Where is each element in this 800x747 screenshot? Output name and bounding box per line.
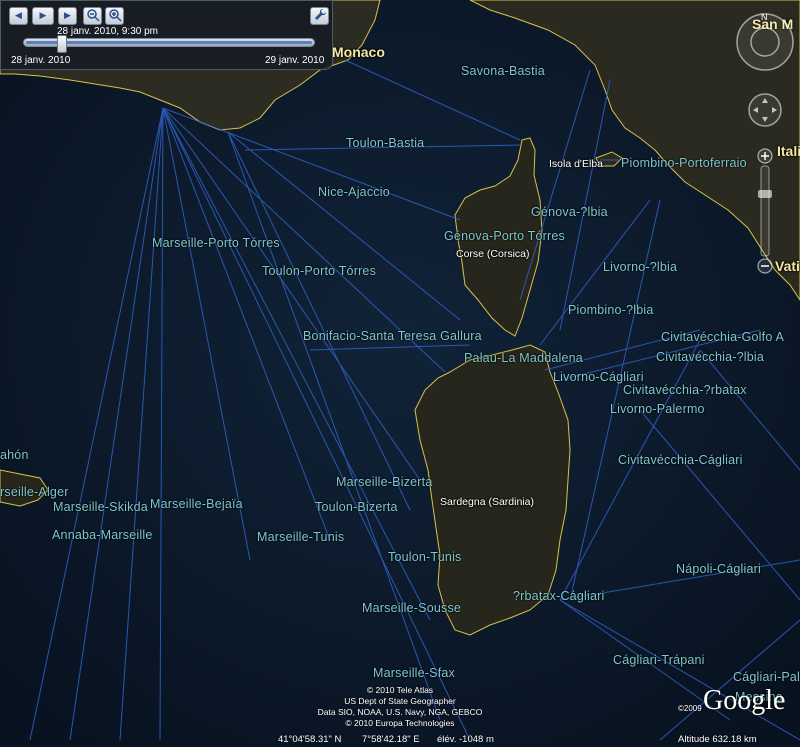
look-joystick[interactable]: N [736,12,794,71]
north-icon: N [761,12,768,22]
google-logo: Google [703,685,786,716]
route-label[interactable]: Civitavécchia-Golfo A [661,330,784,344]
route-label[interactable]: Génova-?lbia [531,205,608,219]
map-canvas[interactable] [0,0,800,747]
route-label[interactable]: Savona-Bastia [461,64,545,78]
place-corsica: Corse (Corsica) [456,248,530,260]
attribution: © 2010 Tele Atlas US Dept of State Geogr… [317,685,483,728]
route-label[interactable]: Toulon-Tunis [388,550,462,564]
route-label[interactable]: Toulon-Bizerta [315,500,398,514]
zoom-thumb[interactable] [758,190,772,198]
route-label[interactable]: Livorno-Cágliari [553,370,644,384]
route-label[interactable]: Palau-La Maddalena [464,351,583,365]
route-label[interactable]: Marseille-Tunis [257,530,344,544]
zoom-in-time-button[interactable] [105,7,124,25]
time-start-button[interactable]: ◀ [9,7,28,25]
navigation-controls[interactable]: N [733,10,797,290]
route-label[interactable]: Civitavécchia-Cágliari [618,453,743,467]
route-label[interactable]: Marseille-Sfax [373,666,455,680]
route-label[interactable]: Marseille-Porto Tórres [152,236,280,250]
copyright-year: ©2009 [678,704,702,713]
city-monaco: Monaco [332,44,385,60]
zoom-out-icon [86,9,100,22]
route-label[interactable]: Marseille-Skikda [53,500,148,514]
route-label[interactable]: Piombino-Portoferraio [621,156,747,170]
settings-button[interactable] [310,7,329,25]
route-label[interactable]: Bonifacio-Santa Teresa Gallura [303,329,482,343]
wrench-icon [314,8,326,20]
zoom-in-icon [108,9,122,22]
route-label[interactable]: rseille-Alger [0,485,69,499]
place-sardinia: Sardegna (Sardinia) [440,496,534,508]
route-label[interactable]: Marseille-Sousse [362,601,461,615]
route-label[interactable]: Toulon-Bastia [346,136,424,150]
route-label[interactable]: Cágliari-Palerm [733,670,800,684]
time-slider-panel: ◀ ▶ ▶ 28 janv. 2010, 9:30 pm 28 janv. 20… [0,0,333,70]
route-label[interactable]: Annaba-Marseille [52,528,152,542]
latitude-readout: 41°04'58.31" N [278,734,342,745]
time-start-label: 28 janv. 2010 [11,55,71,66]
route-label[interactable]: Civitavécchia-?lbia [656,350,764,364]
route-label[interactable]: Livorno-Palermo [610,402,705,416]
time-slider-thumb[interactable] [56,35,67,53]
longitude-readout: 7°58'42.18" E [362,734,420,745]
zoom-out-time-button[interactable] [83,7,102,25]
route-label[interactable]: Toulon-Porto Tórres [262,264,376,278]
route-label[interactable]: Piombino-?lbia [568,303,653,317]
place-elba: Isola d'Elba [549,158,603,170]
time-end-button[interactable]: ▶ [58,7,77,25]
route-label[interactable]: Nice-Ajaccio [318,185,390,199]
altitude-readout: Altitude 632.18 km [678,734,757,745]
move-joystick[interactable] [748,93,782,127]
route-label[interactable]: ahón [0,448,29,462]
route-label[interactable]: Cágliari-Trápani [613,653,705,667]
google-earth-map[interactable]: Monaco San M Itali Vati Isola d'Elba Cor… [0,0,800,747]
time-play-button[interactable]: ▶ [32,7,54,25]
zoom-slider[interactable] [757,148,773,274]
route-label[interactable]: Marseille-Bizerta [336,475,432,489]
elevation-readout: élév. -1048 m [437,734,494,745]
route-label[interactable]: ?rbatax-Cágliari [513,589,604,603]
route-label[interactable]: Génova-Porto Tórres [444,229,565,243]
route-label[interactable]: Livorno-?lbia [603,260,677,274]
time-end-label: 29 janv. 2010 [265,55,325,66]
route-label[interactable]: Marseille-Bejaïa [150,497,243,511]
route-label[interactable]: Nápoli-Cágliari [676,562,761,576]
current-time-label: 28 janv. 2010, 9:30 pm [57,26,158,37]
route-label[interactable]: Civitavécchia-?rbatax [623,383,747,397]
